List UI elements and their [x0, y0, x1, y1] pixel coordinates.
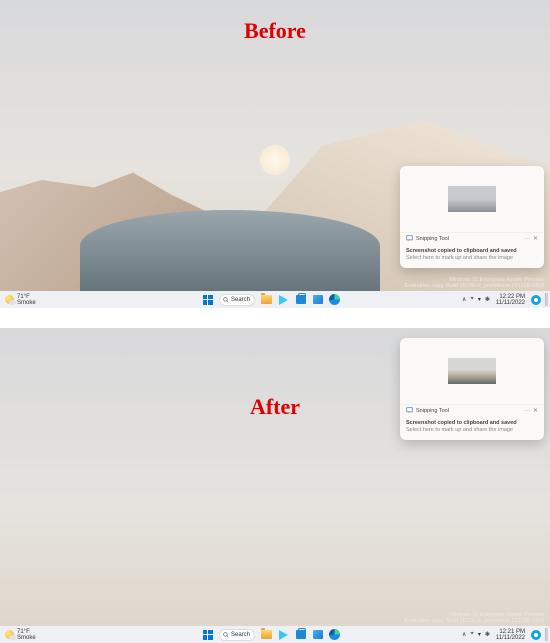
toast-more-button[interactable]: ··· — [524, 408, 530, 414]
store-icon — [296, 630, 306, 639]
location-icon[interactable]: ⌖ — [470, 631, 473, 638]
system-tray[interactable]: ∧ ⌖ ▾ ❃ — [462, 296, 490, 303]
weather-icon — [5, 630, 14, 639]
before-screenshot: Before Snipping Tool ··· ✕ Screenshot co… — [0, 0, 550, 308]
show-desktop-button[interactable] — [545, 293, 548, 306]
edge-icon — [329, 629, 340, 640]
clock-date: 11/11/2022 — [496, 300, 525, 306]
photos-button[interactable] — [312, 294, 323, 305]
taskbar-center: Search — [80, 629, 462, 641]
toast-close-button[interactable]: ✕ — [533, 407, 538, 414]
weather-widget[interactable]: 71°F Smoke — [0, 294, 80, 306]
folder-icon — [261, 630, 272, 639]
photos-button[interactable] — [312, 629, 323, 640]
toast-thumbnail-area — [400, 338, 544, 404]
tray-chevron-icon[interactable]: ∧ — [462, 296, 466, 303]
store-icon — [296, 295, 306, 304]
search-icon — [223, 632, 229, 638]
location-icon[interactable]: ⌖ — [470, 296, 473, 303]
edge-button[interactable] — [329, 294, 340, 305]
toast-body[interactable]: Screenshot copied to clipboard and saved… — [400, 244, 544, 268]
taskbar-right: ∧ ⌖ ▾ ❃ 12:21 PM 11/11/2022 — [462, 628, 550, 641]
toast-app-name: Snipping Tool — [416, 236, 449, 242]
windows-watermark: Windows 11 Enterprise Insider Preview Ev… — [404, 612, 544, 625]
search-icon — [223, 297, 229, 303]
play-icon — [279, 630, 288, 640]
toast-subtitle: Select here to mark up and share the ima… — [406, 255, 538, 262]
photos-icon — [313, 295, 323, 304]
microsoft-store-button[interactable] — [295, 629, 306, 640]
microsoft-store-button[interactable] — [295, 294, 306, 305]
taskbar: 71°F Smoke Search ∧ ⌖ ▾ ❃ 12:22 — [0, 291, 550, 308]
after-screenshot: After Snipping Tool ··· ✕ Screenshot cop… — [0, 328, 550, 643]
edge-icon — [329, 294, 340, 305]
snipping-tool-toast[interactable]: Snipping Tool ··· ✕ Screenshot copied to… — [400, 166, 544, 268]
toast-thumbnail — [448, 358, 496, 384]
photos-icon — [313, 630, 323, 639]
file-explorer-button[interactable] — [261, 294, 272, 305]
start-button[interactable] — [202, 629, 213, 640]
toast-body[interactable]: Screenshot copied to clipboard and saved… — [400, 416, 544, 440]
weather-widget[interactable]: 71°F Smoke — [0, 629, 80, 641]
clock-date: 11/11/2022 — [496, 635, 525, 641]
network-icon[interactable]: ▾ — [478, 296, 481, 303]
show-desktop-button[interactable] — [545, 628, 548, 641]
taskbar-center: Search — [80, 294, 462, 306]
volume-icon[interactable]: ❃ — [485, 296, 490, 303]
snipping-tool-toast[interactable]: Snipping Tool ··· ✕ Screenshot copied to… — [400, 338, 544, 440]
edge-button[interactable] — [329, 629, 340, 640]
toast-thumbnail-area — [400, 166, 544, 232]
snipping-tool-icon — [406, 407, 413, 414]
toast-header: Snipping Tool ··· ✕ — [400, 232, 544, 244]
clock[interactable]: 12:21 PM 11/11/2022 — [494, 629, 527, 641]
account-icon[interactable] — [531, 630, 541, 640]
search-label: Search — [231, 297, 250, 303]
toast-header: Snipping Tool ··· ✕ — [400, 404, 544, 416]
toast-title: Screenshot copied to clipboard and saved — [406, 248, 538, 255]
weather-icon — [5, 295, 14, 304]
toast-close-button[interactable]: ✕ — [533, 235, 538, 242]
toast-app-name: Snipping Tool — [416, 408, 449, 414]
account-icon[interactable] — [531, 295, 541, 305]
search-label: Search — [231, 632, 250, 638]
play-icon — [279, 295, 288, 305]
system-tray[interactable]: ∧ ⌖ ▾ ❃ — [462, 631, 490, 638]
volume-icon[interactable]: ❃ — [485, 631, 490, 638]
toast-more-button[interactable]: ··· — [524, 236, 530, 242]
folder-icon — [261, 295, 272, 304]
wallpaper-sun — [260, 145, 290, 175]
tray-chevron-icon[interactable]: ∧ — [462, 631, 466, 638]
toast-thumbnail — [448, 186, 496, 212]
media-player-button[interactable] — [278, 294, 289, 305]
annotation-before: Before — [0, 18, 550, 44]
weather-condition: Smoke — [17, 635, 36, 641]
taskbar-right: ∧ ⌖ ▾ ❃ 12:22 PM 11/11/2022 — [462, 293, 550, 306]
windows-watermark: Windows 11 Enterprise Insider Preview Ev… — [404, 277, 544, 290]
media-player-button[interactable] — [278, 629, 289, 640]
toast-title: Screenshot copied to clipboard and saved — [406, 420, 538, 427]
snipping-tool-icon — [406, 235, 413, 242]
clock-time: 12:22 PM — [496, 294, 525, 300]
toast-subtitle: Select here to mark up and share the ima… — [406, 427, 538, 434]
taskbar: 71°F Smoke Search ∧ ⌖ ▾ ❃ 12:21 — [0, 626, 550, 643]
file-explorer-button[interactable] — [261, 629, 272, 640]
search-box[interactable]: Search — [219, 629, 255, 641]
clock[interactable]: 12:22 PM 11/11/2022 — [494, 294, 527, 306]
network-icon[interactable]: ▾ — [478, 631, 481, 638]
search-box[interactable]: Search — [219, 294, 255, 306]
start-button[interactable] — [202, 294, 213, 305]
weather-condition: Smoke — [17, 300, 36, 306]
clock-time: 12:21 PM — [496, 629, 525, 635]
